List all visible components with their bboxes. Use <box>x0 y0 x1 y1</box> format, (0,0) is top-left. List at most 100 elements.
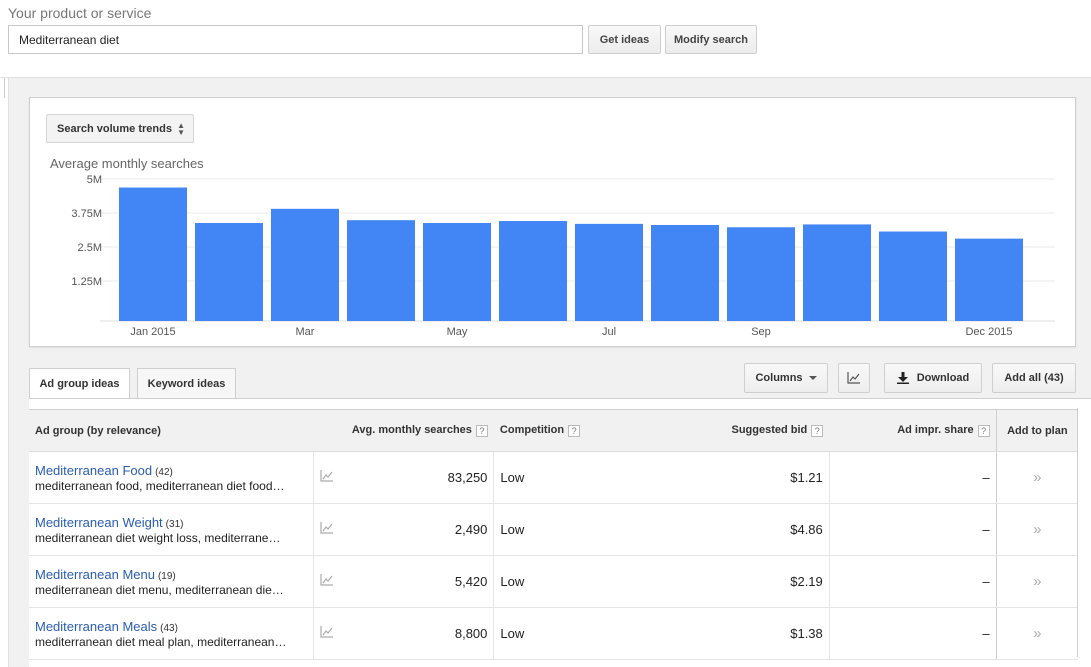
table-header-row: Ad group (by relevance) Avg. monthly sea… <box>29 409 1078 452</box>
header-ad-group[interactable]: Ad group (by relevance) <box>29 409 346 452</box>
bar-may-2015[interactable] <box>423 223 491 321</box>
ad-group-link[interactable]: Mediterranean Weight <box>35 515 163 530</box>
header-ad-impr-share[interactable]: Ad impr. share? <box>829 409 997 452</box>
add-to-plan-button[interactable]: » <box>995 555 1078 608</box>
suggested-bid-cell: $1.38 <box>657 607 830 660</box>
suggested-bid-cell: $4.86 <box>657 503 830 556</box>
suggested-bid-cell: $2.19 <box>657 555 830 608</box>
add-to-plan-button[interactable]: » <box>995 451 1078 504</box>
left-divider <box>0 78 5 98</box>
ad-group-link[interactable]: Mediterranean Meals <box>35 619 157 634</box>
avg-searches-cell: 8,800 <box>345 607 494 660</box>
avg-searches-cell: 5,420 <box>345 555 494 608</box>
line-chart-icon[interactable] <box>320 470 334 482</box>
ad-group-cell: Mediterranean Food (42) mediterranean food… <box>29 451 314 504</box>
header-competition[interactable]: Competition? <box>493 409 658 452</box>
ad-group-link[interactable]: Mediterranean Food <box>35 463 152 478</box>
table-row: Mediterranean Menu (19) mediterranean diet… <box>29 555 1078 608</box>
header-ad-impr-share-label: Ad impr. share <box>897 424 974 437</box>
trend-cell <box>313 607 346 660</box>
table-right-border <box>1077 408 1078 657</box>
columns-button-label: Columns <box>755 372 803 384</box>
bar-jun-2015[interactable] <box>499 221 567 321</box>
header-ad-group-label: Ad group (by relevance) <box>35 424 161 437</box>
header-competition-label: Competition <box>499 424 565 437</box>
bar-jul-2015[interactable] <box>575 223 643 321</box>
line-chart-icon[interactable] <box>320 522 334 534</box>
add-all-button[interactable]: Add all (43) <box>992 363 1076 393</box>
x-tick-label: May <box>447 326 468 338</box>
search-header: Your product or service Mediterranean di… <box>0 0 1091 78</box>
ad-group-cell: Mediterranean Weight (31) mediterranean di… <box>29 503 314 556</box>
line-chart-icon[interactable] <box>320 626 334 638</box>
x-tick-label: Mar <box>296 326 315 338</box>
keyword-count: (31) <box>165 518 184 530</box>
chart-toggle-button[interactable] <box>838 363 870 393</box>
add-to-plan-button[interactable]: » <box>995 607 1078 660</box>
trend-cell <box>313 451 346 504</box>
y-tick-label: 5M <box>87 174 102 186</box>
columns-button[interactable]: Columns <box>744 363 828 393</box>
y-tick-label: 3.75M <box>71 208 102 220</box>
help-icon[interactable]: ? <box>977 424 990 437</box>
updown-arrow-icon: ▲ ▼ <box>177 121 185 137</box>
bar-aug-2015[interactable] <box>651 225 719 321</box>
ad-group-table: Ad group (by relevance) Avg. monthly sea… <box>29 409 1078 660</box>
ad-group-cell: Mediterranean Meals (43) mediterranean die… <box>29 607 314 660</box>
get-ideas-button[interactable]: Get ideas <box>588 25 661 54</box>
trend-cell <box>313 503 346 556</box>
product-label: Your product or service <box>8 5 152 21</box>
help-icon[interactable]: ? <box>475 424 488 437</box>
line-chart-icon <box>847 372 860 384</box>
avg-searches-cell: 2,490 <box>345 503 494 556</box>
trend-cell <box>313 555 346 608</box>
header-suggested-bid[interactable]: Suggested bid? <box>657 409 830 452</box>
ad-group-cell: Mediterranean Menu (19) mediterranean diet… <box>29 555 314 608</box>
bar-jan-2015[interactable] <box>119 187 187 321</box>
competition-cell: Low <box>493 555 658 608</box>
line-chart-icon[interactable] <box>320 574 334 586</box>
results-table-container: Ad group (by relevance) Avg. monthly sea… <box>29 398 1091 667</box>
modify-search-button[interactable]: Modify search <box>665 25 757 54</box>
download-button[interactable]: Download <box>884 363 982 393</box>
bar-nov-2015[interactable] <box>879 231 947 321</box>
ad-group-keywords: mediterranean food, mediterranean diet f… <box>35 478 285 493</box>
keyword-count: (19) <box>157 570 176 582</box>
chart-type-dropdown[interactable]: Search volume trends ▲ ▼ <box>46 114 194 143</box>
bar-feb-2015[interactable] <box>195 223 263 321</box>
y-tick-label: 2.5M <box>78 242 102 254</box>
bar-dec-2015[interactable] <box>955 238 1023 321</box>
header-avg-searches[interactable]: Avg. monthly searches? <box>345 409 494 452</box>
x-tick-label: Dec 2015 <box>965 326 1012 338</box>
header-suggested-bid-label: Suggested bid <box>731 424 808 437</box>
ad-group-link[interactable]: Mediterranean Menu <box>35 567 155 582</box>
bar-sep-2015[interactable] <box>727 227 795 321</box>
chart-title: Average monthly searches <box>50 156 204 171</box>
x-tick-label: Jul <box>602 326 616 338</box>
ad-impr-share-cell: – <box>828 607 997 660</box>
add-to-plan-button[interactable]: » <box>995 503 1078 556</box>
keyword-count: (42) <box>155 466 173 478</box>
help-icon[interactable]: ? <box>568 424 581 437</box>
ad-impr-share-cell: – <box>828 451 997 504</box>
tab-keyword-ideas[interactable]: Keyword ideas <box>137 368 236 399</box>
bar-apr-2015[interactable] <box>347 220 415 321</box>
table-row: Mediterranean Meals (43) mediterranean die… <box>29 607 1078 660</box>
product-search-input[interactable]: Mediterranean diet <box>8 25 583 54</box>
x-tick-label: Jan 2015 <box>130 326 175 338</box>
help-icon[interactable]: ? <box>811 424 824 437</box>
ad-group-keywords: mediterranean diet meal plan, mediterran… <box>35 634 287 649</box>
keyword-count: (43) <box>160 622 178 634</box>
ad-group-keywords: mediterranean diet menu, mediterranean d… <box>35 582 284 597</box>
tab-ad-group-ideas[interactable]: Ad group ideas <box>29 368 130 400</box>
x-tick-label: Sep <box>751 326 771 338</box>
competition-cell: Low <box>493 451 658 504</box>
bar-oct-2015[interactable] <box>803 224 871 321</box>
chart-type-dropdown-label: Search volume trends <box>57 122 172 135</box>
bar-mar-2015[interactable] <box>271 208 339 321</box>
chevron-down-icon <box>808 376 817 380</box>
ad-group-keywords: mediterranean diet weight loss, mediterr… <box>35 530 281 545</box>
ad-impr-share-cell: – <box>828 555 997 608</box>
header-add-to-plan: Add to plan <box>995 409 1078 452</box>
y-tick-label: 1.25M <box>71 276 102 288</box>
